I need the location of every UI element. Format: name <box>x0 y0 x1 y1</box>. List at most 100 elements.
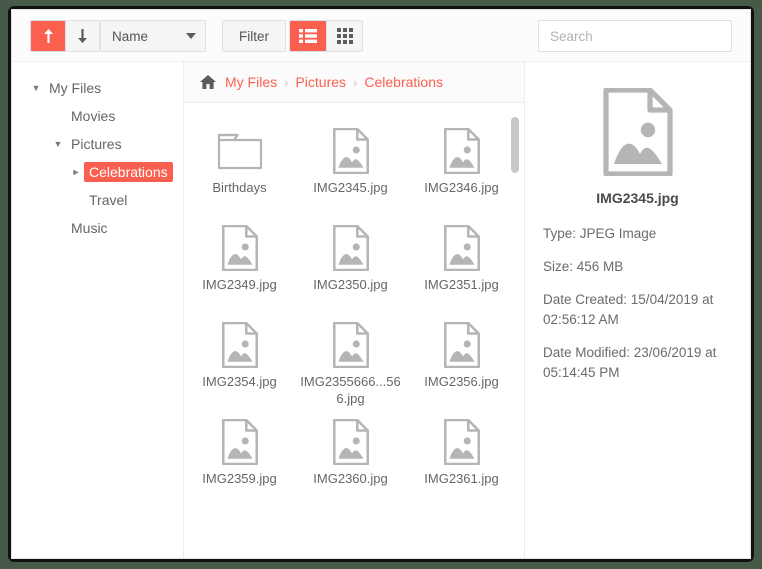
file-grid-scrollbar[interactable] <box>511 117 519 173</box>
breadcrumb: My Files › Pictures › Celebrations <box>184 62 524 103</box>
image-file-icon <box>443 225 480 271</box>
search-input[interactable] <box>550 28 727 44</box>
sidebar-item-my-files[interactable]: ▼ My Files <box>12 74 183 102</box>
file-name-label: IMG2356.jpg <box>424 374 499 389</box>
sidebar-tree: ▼ My Files Movies ▼ Pictures ► Celebrations Tra… <box>12 62 184 558</box>
preview-image-file-icon <box>543 88 732 176</box>
breadcrumb-link[interactable]: Celebrations <box>364 74 443 90</box>
details-metadata-row: Type: JPEG Image <box>543 226 657 241</box>
file-item[interactable]: IMG2359.jpg <box>184 408 295 505</box>
file-name-label: IMG2355666...566.jpg <box>300 374 401 406</box>
filter-button[interactable]: Filter <box>223 21 285 51</box>
file-name-label: IMG2346.jpg <box>424 180 499 195</box>
sort-field-select[interactable]: Name <box>101 21 205 51</box>
sidebar-item-music[interactable]: Music <box>12 214 183 242</box>
file-icon-wrap <box>443 220 481 276</box>
file-icon-wrap <box>332 414 370 470</box>
file-icon-wrap <box>443 414 481 470</box>
file-name-label: IMG2345.jpg <box>313 180 388 195</box>
window-body: ▼ My Files Movies ▼ Pictures ► Celebrations Tra… <box>12 62 750 558</box>
details-metadata-row: Size: 456 MB <box>543 259 624 274</box>
sort-descending-button[interactable] <box>65 21 99 51</box>
file-item[interactable]: IMG2361.jpg <box>406 408 517 505</box>
image-file-icon <box>443 419 480 465</box>
file-name-label: IMG2354.jpg <box>202 374 277 389</box>
center-column: My Files › Pictures › Celebrations Birthdays… <box>184 62 525 558</box>
toolbar: Name Filter <box>12 10 750 62</box>
image-file-icon <box>221 225 258 271</box>
grid-view-icon <box>336 28 353 44</box>
breadcrumb-items: My Files › Pictures › Celebrations <box>225 74 443 90</box>
filter-group: Filter <box>222 20 286 52</box>
sidebar-item-celebrations[interactable]: ► Celebrations <box>12 158 183 186</box>
search-box[interactable] <box>538 20 732 52</box>
details-panel: IMG2345.jpg Type: JPEG Image Size: 456 MB… <box>525 62 750 558</box>
sidebar-item-label: Celebrations <box>84 162 173 182</box>
file-item[interactable]: IMG2350.jpg <box>295 214 406 311</box>
list-view-button[interactable] <box>290 21 326 51</box>
file-name-label: IMG2360.jpg <box>313 471 388 486</box>
caret-collapsed-icon[interactable]: ► <box>68 167 84 177</box>
file-icon-wrap <box>443 317 481 373</box>
sort-direction-group <box>30 20 100 52</box>
breadcrumb-separator: › <box>284 75 289 90</box>
chevron-down-icon <box>186 32 196 39</box>
sort-ascending-button[interactable] <box>31 21 65 51</box>
image-file-icon <box>221 322 258 368</box>
file-name-label: IMG2359.jpg <box>202 471 277 486</box>
file-name-label: IMG2350.jpg <box>313 277 388 292</box>
file-icon-wrap <box>443 123 481 179</box>
sidebar-item-pictures[interactable]: ▼ Pictures <box>12 130 183 158</box>
file-icon-wrap <box>221 317 259 373</box>
file-icon-wrap <box>221 414 259 470</box>
grid-view-button[interactable] <box>326 21 362 51</box>
sidebar-item-label: Movies <box>71 108 116 124</box>
file-name-label: IMG2349.jpg <box>202 277 277 292</box>
breadcrumb-separator: › <box>353 75 358 90</box>
file-item[interactable]: IMG2346.jpg <box>406 117 517 214</box>
list-view-icon <box>299 29 317 43</box>
image-file-icon <box>332 128 369 174</box>
file-grid: Birthdays IMG2345.jpg IMG2346.jpg IMG234… <box>184 103 524 505</box>
sidebar-item-movies[interactable]: Movies <box>12 102 183 130</box>
sidebar-item-label: Pictures <box>71 136 122 152</box>
details-metadata-list: Type: JPEG Image Size: 456 MB Date Created… <box>543 224 732 383</box>
file-manager-window: Name Filter Search ▼ My Files Movies ▼ P… <box>11 9 751 559</box>
file-icon-wrap <box>332 220 370 276</box>
folder-icon <box>217 133 262 170</box>
home-icon[interactable] <box>200 75 216 89</box>
caret-expanded-icon[interactable]: ▼ <box>50 139 66 149</box>
breadcrumb-link[interactable]: My Files <box>225 74 277 90</box>
file-name-label: IMG2361.jpg <box>424 471 499 486</box>
file-grid-scroll-area: Birthdays IMG2345.jpg IMG2346.jpg IMG234… <box>184 103 524 558</box>
file-item[interactable]: IMG2345.jpg <box>295 117 406 214</box>
sidebar-item-label: Music <box>71 220 108 236</box>
sidebar-item-travel[interactable]: Travel <box>12 186 183 214</box>
file-item[interactable]: IMG2356.jpg <box>406 311 517 408</box>
file-icon-wrap <box>332 123 370 179</box>
file-item[interactable]: IMG2360.jpg <box>295 408 406 505</box>
caret-expanded-icon[interactable]: ▼ <box>28 83 44 93</box>
arrow-down-icon <box>78 29 87 43</box>
sidebar-item-label: My Files <box>49 80 102 96</box>
details-file-name: IMG2345.jpg <box>596 190 679 206</box>
file-icon-wrap <box>221 220 259 276</box>
sort-field-label: Name <box>112 28 149 44</box>
file-name-label: Birthdays <box>212 180 267 195</box>
details-metadata-row: Date Created: 15/04/2019 at 02:56:12 AM <box>543 292 714 327</box>
breadcrumb-link[interactable]: Pictures <box>295 74 346 90</box>
image-file-icon <box>443 128 480 174</box>
arrow-up-icon <box>43 29 53 43</box>
file-item[interactable]: IMG2355666...566.jpg <box>295 311 406 408</box>
image-file-icon <box>332 419 369 465</box>
file-item[interactable]: IMG2354.jpg <box>184 311 295 408</box>
image-file-icon <box>443 322 480 368</box>
file-item[interactable]: IMG2349.jpg <box>184 214 295 311</box>
file-item[interactable]: IMG2351.jpg <box>406 214 517 311</box>
sort-field-group: Name <box>100 20 206 52</box>
view-mode-group <box>289 20 363 52</box>
sidebar-item-label: Travel <box>89 192 128 208</box>
folder-item[interactable]: Birthdays <box>184 117 295 214</box>
image-file-icon <box>332 322 369 368</box>
folder-icon-wrap <box>217 123 263 179</box>
